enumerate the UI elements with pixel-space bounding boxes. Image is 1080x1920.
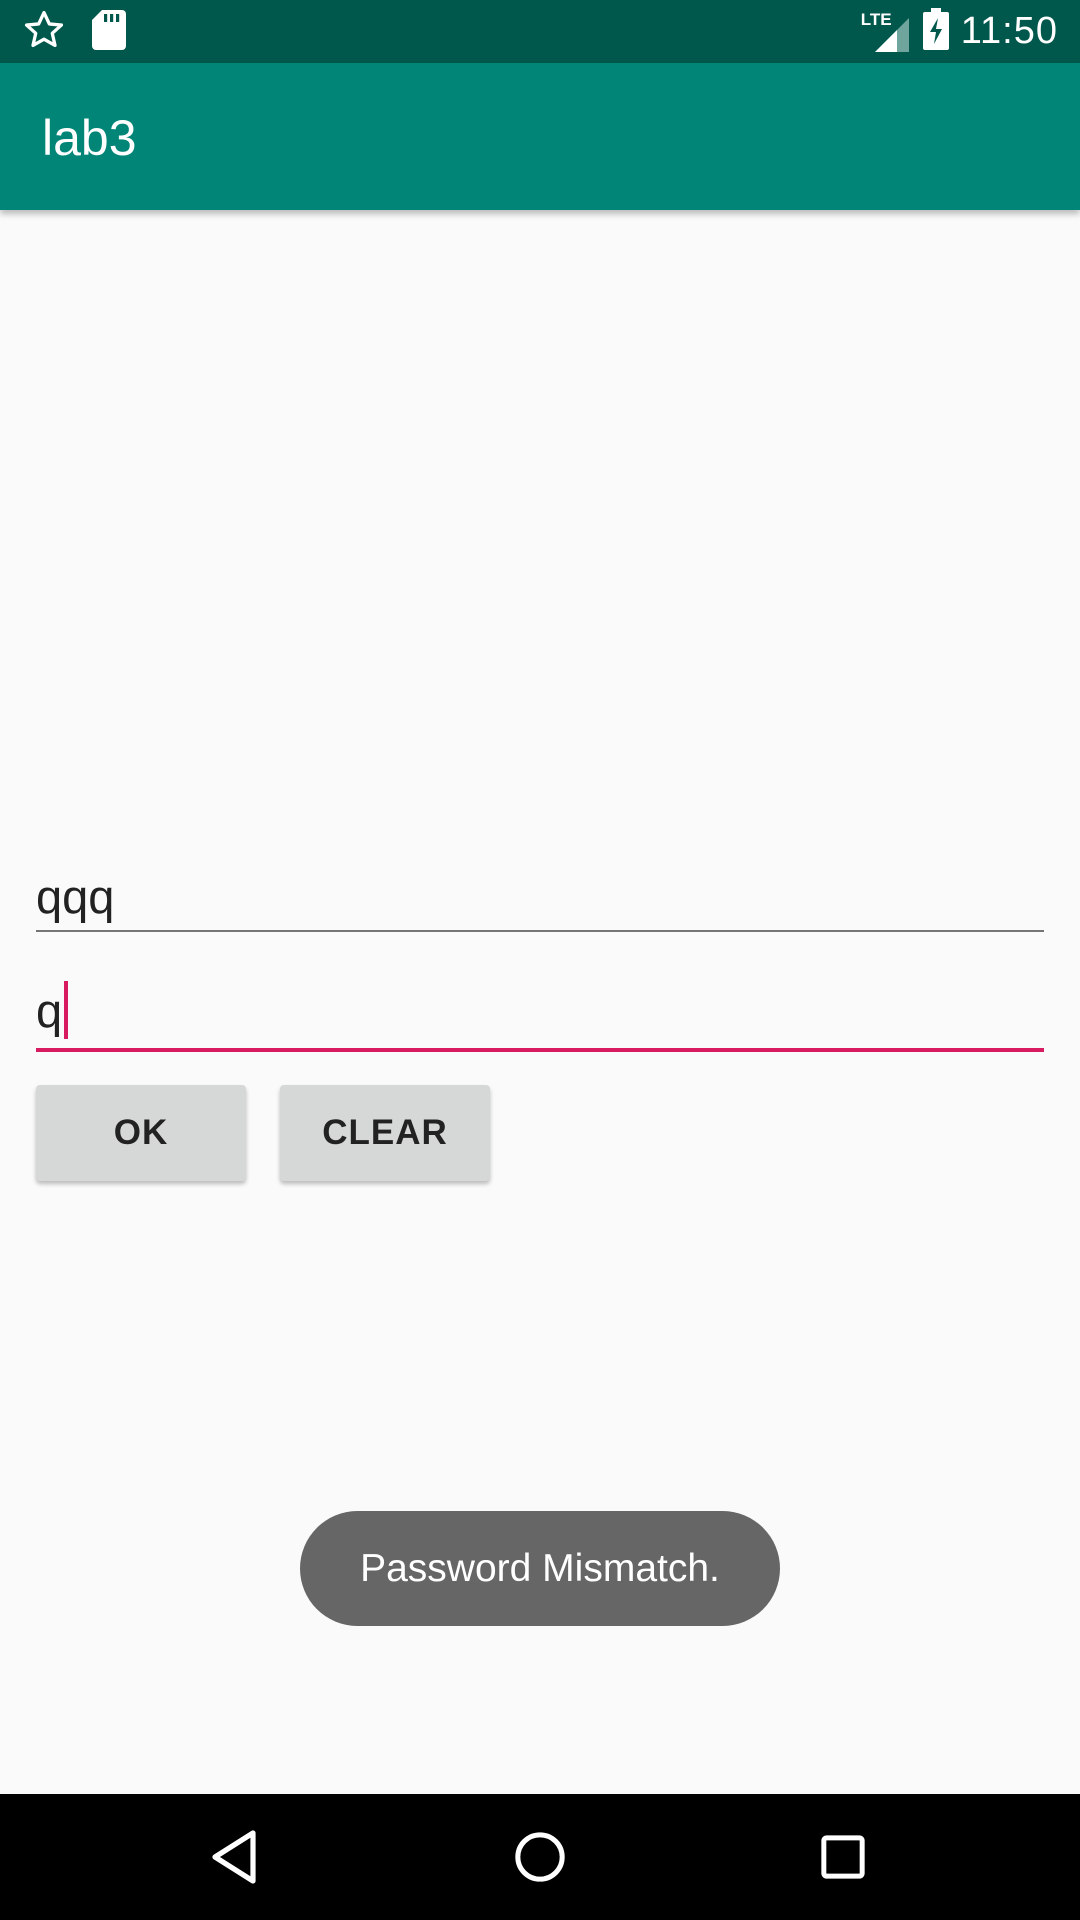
password-field[interactable]: qqq (36, 866, 1044, 932)
app-bar: lab3 (0, 63, 1080, 210)
confirm-text: q (36, 983, 63, 1037)
toast-message: Password Mismatch. (300, 1511, 780, 1626)
clock: 11:50 (960, 9, 1058, 52)
home-icon[interactable] (505, 1822, 575, 1892)
confirm-field-value: q (36, 980, 1044, 1040)
password-text: qqq (36, 869, 115, 923)
text-cursor (64, 981, 69, 1039)
password-field-value: qqq (36, 866, 1044, 926)
sd-card-icon (92, 9, 126, 55)
confirm-field-underline (36, 1048, 1044, 1052)
ok-button[interactable]: OK (36, 1085, 246, 1181)
toast-text: Password Mismatch. (360, 1546, 720, 1590)
battery-charging-icon (922, 7, 949, 55)
back-icon[interactable] (200, 1822, 270, 1892)
recents-icon[interactable] (808, 1822, 878, 1892)
confirm-password-field[interactable]: q (36, 980, 1044, 1052)
lte-signal-icon: LTE (861, 8, 911, 54)
star-icon (22, 8, 66, 57)
navigation-bar (0, 1794, 1080, 1920)
status-bar: LTE 11:50 (0, 0, 1080, 63)
password-field-underline (36, 930, 1044, 932)
clear-button[interactable]: CLEAR (280, 1085, 490, 1181)
app-title: lab3 (42, 110, 137, 166)
